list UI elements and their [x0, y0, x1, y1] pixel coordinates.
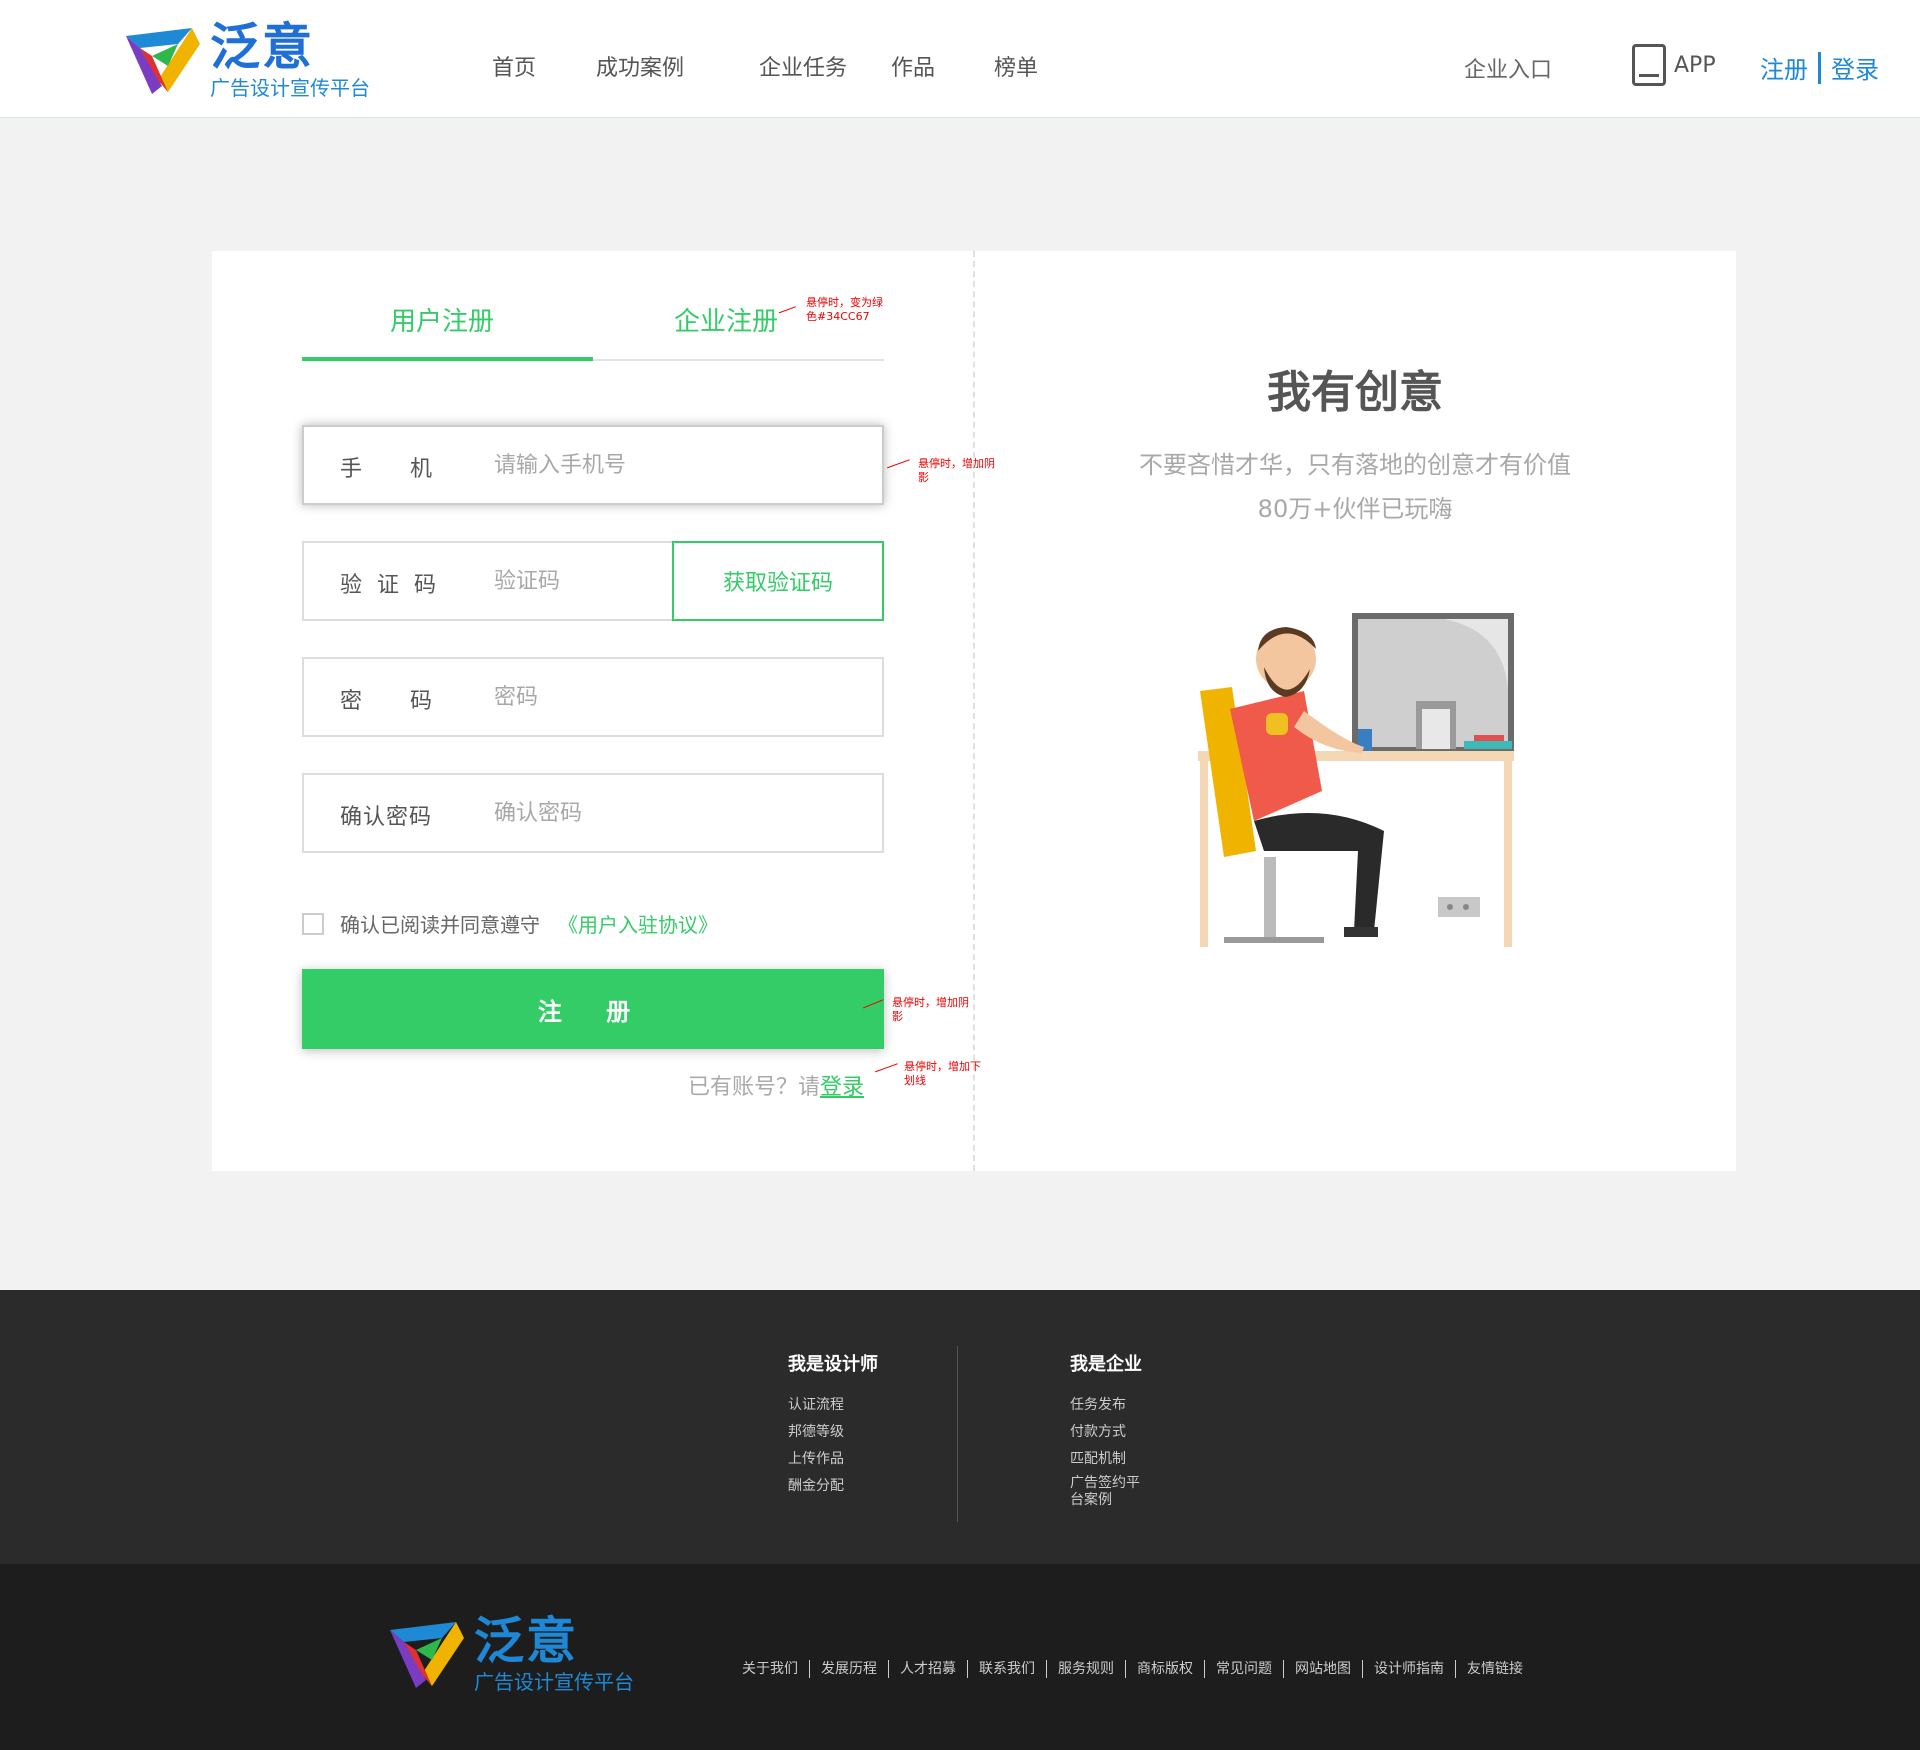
phone-field: 手 机: [302, 425, 884, 505]
login-hint-text: 已有账号？请: [688, 1075, 821, 1100]
logo-mark-icon: [126, 28, 200, 94]
code-input[interactable]: [494, 561, 654, 601]
nav-works[interactable]: 作品: [891, 50, 935, 82]
footer-link-trademark[interactable]: 商标版权: [1125, 1660, 1204, 1678]
footer-logo-title: 泛意: [474, 1612, 578, 1670]
logo-subtitle: 广告设计宣传平台: [210, 76, 370, 100]
login-hint: 已有账号？请登录: [688, 1069, 864, 1101]
code-field: 验 证 码 获取验证码: [302, 541, 884, 621]
designer-illustration: [1198, 613, 1514, 947]
tab-company-register[interactable]: 企业注册: [674, 301, 778, 338]
footer-logo[interactable]: 泛意 广告设计宣传平台: [386, 1616, 634, 1692]
confirm-password-field: 确认密码: [302, 773, 884, 853]
footer-enterprise-title: 我是企业: [1070, 1354, 1142, 1375]
logo-mark-icon: [390, 1622, 464, 1688]
get-code-button[interactable]: 获取验证码: [672, 541, 884, 621]
code-label: 验 证 码: [340, 573, 440, 598]
nav-home[interactable]: 首页: [492, 50, 536, 82]
app-download[interactable]: APP: [1632, 44, 1716, 86]
header-login-link[interactable]: 登录: [1831, 50, 1879, 85]
annotation-tab-hover: 悬停时，变为绿 色#34CC67: [806, 296, 883, 323]
register-tabs: 用户注册 企业注册: [302, 291, 884, 361]
nav-rankings[interactable]: 榜单: [994, 50, 1038, 82]
footer-link-history[interactable]: 发展历程: [809, 1660, 888, 1678]
footer-column-divider: [957, 1346, 958, 1522]
password-input[interactable]: [494, 677, 654, 717]
footer-link[interactable]: 上传作品: [788, 1448, 878, 1475]
footer-link-careers[interactable]: 人才招募: [888, 1660, 967, 1678]
footer-link[interactable]: 酬金分配: [788, 1475, 878, 1502]
footer-link-about[interactable]: 关于我们: [742, 1660, 809, 1678]
footer-designer-title: 我是设计师: [788, 1354, 878, 1375]
footer-enterprise-column: 我是企业 任务发布 付款方式 匹配机制 广告签约平台案例: [1070, 1350, 1142, 1509]
confirm-password-input[interactable]: [494, 793, 654, 833]
register-card: 用户注册 企业注册 悬停时，变为绿色#34CC67 手 机 悬停时，增加阴影 验…: [212, 251, 1736, 1171]
nav-cases[interactable]: 成功案例: [596, 50, 684, 82]
annotation-arrow: [875, 1063, 901, 1081]
enterprise-entry-link[interactable]: 企业入口: [1464, 52, 1552, 84]
footer-logo-subtitle: 广告设计宣传平台: [474, 1670, 634, 1694]
phone-label: 手 机: [340, 457, 436, 482]
active-tab-indicator: [302, 357, 593, 361]
password-label: 密 码: [340, 689, 436, 714]
protocol-link[interactable]: 《用户入驻协议》: [558, 909, 718, 938]
footer-link-friends[interactable]: 友情链接: [1455, 1660, 1534, 1678]
footer-bottom: 泛意 广告设计宣传平台 关于我们 发展历程 人才招募 联系我们 服务规则 商标版…: [0, 1564, 1920, 1750]
app-label: APP: [1674, 52, 1716, 78]
tab-user-register[interactable]: 用户注册: [390, 301, 494, 338]
header-register-link[interactable]: 注册: [1760, 50, 1808, 85]
footer-link-sitemap[interactable]: 网站地图: [1283, 1660, 1362, 1678]
hero-partners-count: 80万+伙伴已玩嗨: [1257, 495, 1453, 523]
tablet-icon: [1632, 44, 1666, 86]
footer-link[interactable]: 任务发布: [1070, 1394, 1142, 1421]
footer-designer-column: 我是设计师 认证流程 邦德等级 上传作品 酬金分配: [788, 1350, 878, 1502]
annotation-arrow: [887, 459, 913, 477]
nav-enterprise-tasks[interactable]: 企业任务: [759, 50, 847, 82]
footer-link-faq[interactable]: 常见问题: [1204, 1660, 1283, 1678]
site-header: 泛意 广告设计宣传平台 首页 成功案例 企业任务 作品 榜单 企业入口 APP …: [0, 0, 1920, 118]
footer-links-section: 我是设计师 认证流程 邦德等级 上传作品 酬金分配 我是企业 任务发布 付款方式…: [0, 1290, 1920, 1564]
site-logo[interactable]: 泛意 广告设计宣传平台: [122, 22, 370, 98]
agreement-row: 确认已阅读并同意遵守 《用户入驻协议》: [302, 909, 718, 938]
footer-link-designer-guide[interactable]: 设计师指南: [1362, 1660, 1455, 1678]
phone-input[interactable]: [494, 445, 794, 485]
auth-links: 注册 登录: [1760, 50, 1879, 85]
agree-text: 确认已阅读并同意遵守: [340, 913, 540, 937]
footer-link[interactable]: 广告签约平台案例: [1070, 1475, 1140, 1509]
annotation-submit-hover: 悬停时，增加阴影: [892, 996, 969, 1023]
login-link[interactable]: 登录: [820, 1075, 864, 1100]
password-field: 密 码: [302, 657, 884, 737]
footer-link-contact[interactable]: 联系我们: [967, 1660, 1046, 1678]
footer-link-rules[interactable]: 服务规则: [1046, 1660, 1125, 1678]
footer-link[interactable]: 邦德等级: [788, 1421, 878, 1448]
footer-link[interactable]: 匹配机制: [1070, 1448, 1142, 1475]
confirm-password-label: 确认密码: [340, 805, 433, 830]
register-button[interactable]: 注 册: [302, 969, 884, 1049]
footer-bottom-links: 关于我们 发展历程 人才招募 联系我们 服务规则 商标版权 常见问题 网站地图 …: [742, 1660, 1534, 1678]
logo-title: 泛意: [210, 18, 314, 76]
footer-link[interactable]: 认证流程: [788, 1394, 878, 1421]
hero-title: 我有创意: [1267, 367, 1443, 418]
agree-checkbox[interactable]: [302, 912, 324, 935]
footer-link[interactable]: 付款方式: [1070, 1421, 1142, 1448]
auth-separator: [1818, 51, 1821, 84]
annotation-login-hover: 悬停时，增加下 划线: [904, 1060, 981, 1087]
hero-subtitle: 不要吝惜才华，只有落地的创意才有价值: [1139, 451, 1571, 479]
